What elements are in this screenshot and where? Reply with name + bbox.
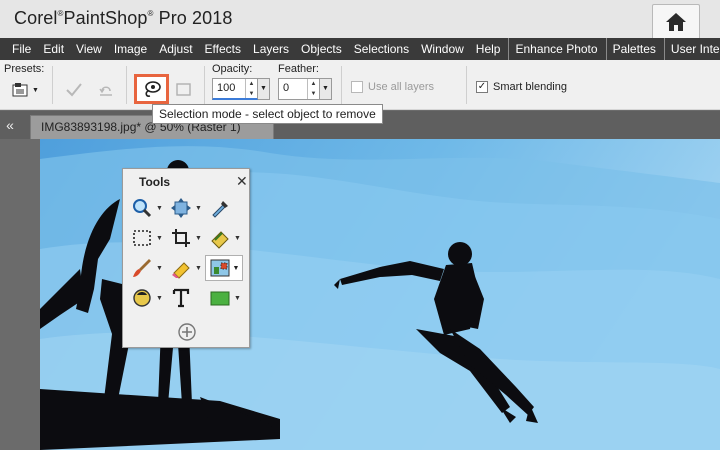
chevron-down-icon[interactable]: ▼ bbox=[156, 295, 163, 302]
opacity-value: 100 bbox=[217, 82, 236, 94]
eraser-icon bbox=[172, 262, 190, 279]
smart-blending-checkbox[interactable]: ✓ bbox=[476, 81, 488, 93]
straighten-tool[interactable] bbox=[207, 227, 233, 249]
spin-up-icon[interactable]: ▲ bbox=[308, 79, 319, 89]
fill-tool[interactable] bbox=[129, 287, 155, 309]
feather-label: Feather: bbox=[278, 63, 319, 75]
pan-tool[interactable] bbox=[168, 197, 194, 219]
home-button[interactable] bbox=[652, 4, 700, 38]
feather-spinner[interactable]: 0 ▲ ▼ bbox=[278, 78, 320, 100]
menu-palettes[interactable]: Palettes bbox=[605, 38, 662, 60]
menu-view[interactable]: View bbox=[70, 38, 108, 60]
text-tool[interactable] bbox=[168, 287, 194, 309]
zoom-tool[interactable] bbox=[129, 197, 155, 219]
app-title: Corel®PaintShop® Pro 2018 bbox=[14, 8, 233, 28]
menu-adjust[interactable]: Adjust bbox=[153, 38, 198, 60]
divider bbox=[466, 66, 467, 104]
rectangle-select-icon bbox=[176, 83, 191, 96]
object-remover-tool[interactable]: ▼ bbox=[205, 255, 243, 281]
chevron-down-icon: ▼ bbox=[32, 86, 39, 94]
menu-enhance-photo[interactable]: Enhance Photo bbox=[508, 38, 603, 60]
menu-bar: File Edit View Image Adjust Effects Laye… bbox=[0, 38, 720, 60]
canvas-gutter bbox=[0, 139, 40, 450]
eyedropper-icon bbox=[212, 201, 228, 218]
menu-effects[interactable]: Effects bbox=[199, 38, 247, 60]
paint-brush-tool[interactable] bbox=[129, 257, 155, 279]
title-bar: Corel®PaintShop® Pro 2018 bbox=[0, 0, 720, 38]
tools-palette-title: Tools bbox=[139, 175, 171, 189]
divider bbox=[126, 66, 127, 104]
chevron-down-icon[interactable]: ▼ bbox=[234, 235, 241, 242]
chevron-down-icon: ▼ bbox=[232, 264, 240, 272]
menu-edit[interactable]: Edit bbox=[37, 38, 70, 60]
text-icon bbox=[172, 288, 190, 308]
crop-icon bbox=[172, 229, 190, 247]
menu-objects[interactable]: Objects bbox=[295, 38, 348, 60]
crop-tool[interactable] bbox=[168, 227, 194, 249]
opacity-spinner[interactable]: 100 ▲ ▼ bbox=[212, 78, 258, 100]
close-icon[interactable]: ✕ bbox=[236, 173, 248, 190]
rectangle-mode-button[interactable] bbox=[174, 80, 194, 100]
use-all-layers-label: Use all layers bbox=[368, 81, 435, 93]
object-remover-icon bbox=[210, 259, 230, 277]
feather-dropdown[interactable]: ▼ bbox=[320, 78, 332, 100]
apply-button[interactable] bbox=[64, 80, 84, 100]
smart-blending-label: Smart blending bbox=[493, 81, 567, 93]
spin-down-icon[interactable]: ▼ bbox=[308, 89, 319, 99]
eraser-tool[interactable] bbox=[168, 257, 194, 279]
chevron-down-icon[interactable]: ▼ bbox=[195, 235, 202, 242]
presets-dropdown[interactable]: ▼ bbox=[12, 80, 42, 100]
selection-mode-button[interactable] bbox=[134, 74, 169, 104]
checkmark-icon bbox=[66, 83, 82, 97]
divider bbox=[204, 66, 205, 104]
paint-bucket-icon bbox=[133, 289, 151, 307]
chevron-down-icon[interactable]: ▼ bbox=[156, 265, 163, 272]
home-icon bbox=[666, 12, 686, 31]
spin-down-icon[interactable]: ▼ bbox=[246, 89, 257, 99]
divider bbox=[52, 66, 53, 104]
selection-tool[interactable] bbox=[129, 227, 155, 249]
menu-user-interface[interactable]: User Interface bbox=[663, 38, 720, 60]
menu-selections[interactable]: Selections bbox=[348, 38, 415, 60]
divider bbox=[341, 66, 342, 104]
tooltip: Selection mode - select object to remove bbox=[152, 104, 383, 124]
undo-button[interactable] bbox=[96, 80, 116, 100]
menu-layers[interactable]: Layers bbox=[247, 38, 295, 60]
use-all-layers-checkbox[interactable] bbox=[351, 81, 363, 93]
chevron-left-icon[interactable]: « bbox=[2, 115, 18, 135]
chevron-down-icon[interactable]: ▼ bbox=[156, 235, 163, 242]
undo-icon bbox=[99, 86, 112, 96]
spin-up-icon[interactable]: ▲ bbox=[246, 79, 257, 89]
rectangle-tool[interactable] bbox=[207, 287, 233, 309]
feather-value: 0 bbox=[283, 82, 290, 94]
add-tool[interactable] bbox=[174, 321, 200, 343]
rectangle-icon bbox=[210, 291, 230, 306]
presets-icon bbox=[12, 83, 28, 97]
chevron-down-icon[interactable]: ▼ bbox=[195, 265, 202, 272]
tools-palette[interactable]: Tools ✕ ▼ ▼ ▼ ▼ ▼ ▼ ▼ ▼ ▼ ▼ bbox=[122, 168, 250, 348]
chevron-down-icon[interactable]: ▼ bbox=[195, 205, 202, 212]
zoom-icon bbox=[133, 199, 152, 218]
add-icon bbox=[178, 323, 196, 341]
opacity-dropdown[interactable]: ▼ bbox=[258, 78, 270, 100]
presets-label: Presets: bbox=[4, 63, 45, 75]
chevron-down-icon[interactable]: ▼ bbox=[234, 295, 241, 302]
dropper-tool[interactable] bbox=[207, 197, 233, 219]
straighten-icon bbox=[211, 231, 229, 249]
menu-help[interactable]: Help bbox=[470, 38, 507, 60]
menu-image[interactable]: Image bbox=[108, 38, 153, 60]
move-icon bbox=[171, 198, 191, 218]
paintbrush-icon bbox=[133, 259, 151, 277]
menu-file[interactable]: File bbox=[6, 38, 37, 60]
tool-options-bar: Presets: ▼ Opacity: 100 ▲ ▼ ▼ Feather: 0 … bbox=[0, 60, 720, 110]
selection-icon bbox=[133, 230, 151, 246]
menu-window[interactable]: Window bbox=[415, 38, 470, 60]
lasso-icon bbox=[144, 81, 161, 97]
opacity-label: Opacity: bbox=[212, 63, 253, 75]
chevron-down-icon[interactable]: ▼ bbox=[156, 205, 163, 212]
